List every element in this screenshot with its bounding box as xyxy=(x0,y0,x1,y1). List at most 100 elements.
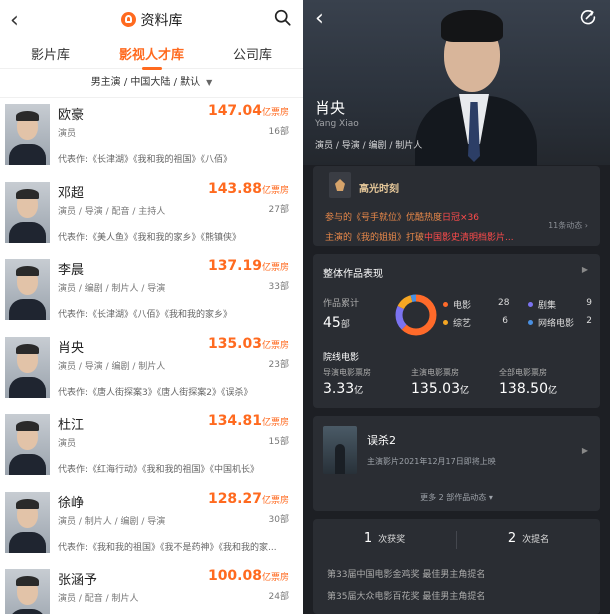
upcoming-film-card[interactable]: 误杀2 主演影片2021年12月17日即将上映 ▶ 更多 2 部作品动态 ▾ xyxy=(313,416,600,511)
talent-list-screen: ‹ 资料库 影片库 影视人才库 公司库 男主演 / 中国大陆 / 默认 ▼ 欧豪演… xyxy=(0,0,303,614)
talent-roles: 演员 xyxy=(58,439,77,449)
avatar xyxy=(5,181,50,243)
talent-detail-screen: ‹ 肖央 Yang Xiao 演员 / 导演 / 编剧 / 制片人 高光时刻 参… xyxy=(303,0,610,614)
talent-name: 欧豪 xyxy=(58,108,85,123)
film-title: 误杀2 xyxy=(367,434,396,447)
profile-english-name: Yang Xiao xyxy=(315,119,359,129)
talent-row[interactable]: 李晨演员 / 编剧 / 制片人 / 导演 137.19亿票房 33部代表作:《长津湖… xyxy=(0,255,303,333)
director-boxoffice-stat: 导演电影票房 3.33亿 xyxy=(323,368,371,397)
share-icon[interactable] xyxy=(580,9,596,25)
talent-row[interactable]: 肖央演员 / 导演 / 编剧 / 制片人 135.03亿票房 23部代表作:《唐人街… xyxy=(0,333,303,411)
legend-value: 6 xyxy=(502,316,508,326)
talent-row[interactable]: 徐峥演员 / 制片人 / 编剧 / 导演 128.27亿票房 30部代表作:《我和我… xyxy=(0,488,303,566)
avatar xyxy=(5,491,50,553)
box-office: 143.88亿票房 xyxy=(207,180,289,197)
talent-name: 邓超 xyxy=(58,185,85,201)
legend-item: 综艺 xyxy=(443,316,523,329)
legend-value: 9 xyxy=(586,298,592,308)
wins-count[interactable]: 1 次获奖 xyxy=(313,531,456,546)
award-item: 第33届中国电影金鸡奖 最佳男主角提名 xyxy=(327,570,486,580)
film-subtitle: 主演影片2021年12月17日即将上映 xyxy=(367,457,496,466)
profile-header: ‹ 肖央 Yang Xiao 演员 / 导演 / 编剧 / 制片人 xyxy=(303,0,610,176)
representative-works: 代表作:《红海行动》《我和我的祖国》《中国机长》 xyxy=(58,465,260,475)
representative-works: 代表作:《美人鱼》《我和我的家乡》《熊镇侠》 xyxy=(58,232,242,243)
filter-dropdown[interactable]: 男主演 / 中国大陆 / 默认 ▼ xyxy=(0,68,303,98)
box-office: 135.03亿票房 xyxy=(207,335,289,352)
nominations-count[interactable]: 2 次提名 xyxy=(457,531,600,546)
talent-name: 张涵予 xyxy=(58,573,98,588)
talent-name: 李晨 xyxy=(58,263,85,278)
talent-name: 肖央 xyxy=(58,340,85,356)
page-title: 资料库 xyxy=(0,10,303,30)
search-icon[interactable] xyxy=(274,9,291,26)
representative-works: 代表作:《长津湖》《八佰》《我和我的家乡》 xyxy=(58,310,233,320)
film-arrow-icon[interactable]: ▶ xyxy=(582,446,588,455)
overall-performance-card: 整体作品表现 ▶ 作品累计 45部 电影 28 剧集 9 综艺 6 网络电影 2 院线电影 导… xyxy=(313,254,600,408)
works-count: 33部 xyxy=(268,282,289,292)
highlight-title: 高光时刻 xyxy=(359,184,399,195)
works-count: 24部 xyxy=(268,592,289,602)
talent-roles: 演员 / 导演 / 编剧 / 制片人 xyxy=(58,361,166,372)
talent-name: 徐峥 xyxy=(58,495,85,511)
highlight-more-link[interactable]: 11条动态 › xyxy=(548,220,588,231)
talent-roles: 演员 xyxy=(58,129,77,139)
category-tabs: 影片库 影视人才库 公司库 xyxy=(0,40,303,70)
trophy-icon xyxy=(329,172,351,198)
legend-item: 网络电影 xyxy=(528,316,608,329)
awards-card[interactable]: 1 次获奖 2 次提名 第33届中国电影金鸡奖 最佳男主角提名 第35届大众电影百花… xyxy=(313,519,600,614)
theater-films-label: 院线电影 xyxy=(323,353,360,363)
page-title-text: 资料库 xyxy=(140,13,183,29)
works-count: 15部 xyxy=(268,437,289,447)
talent-row[interactable]: 杜江 演员 134.81亿票房 15部 代表作:《红海行动》《我和我的祖国》《中国机长》 xyxy=(0,410,303,488)
avatar xyxy=(5,569,50,614)
more-works-link[interactable]: 更多 2 部作品动态 ▾ xyxy=(313,492,600,503)
highlight-line-1: 参与的《号手就位》优酷热度日冠×36 xyxy=(325,213,480,223)
works-count: 23部 xyxy=(268,359,289,370)
avatar xyxy=(5,259,50,320)
legend-value: 28 xyxy=(498,298,510,308)
award-item: 第35届大众电影百花奖 最佳男主角提名 xyxy=(327,592,486,602)
overall-arrow-icon[interactable]: ▶ xyxy=(582,265,588,274)
talent-list: 欧豪 演员 147.04亿票房 16部 代表作:《长津湖》《我和我的祖国》《八佰》 邓超演… xyxy=(0,100,303,614)
talent-roles: 演员 / 制片人 / 编剧 / 导演 xyxy=(58,516,166,527)
highlight-card[interactable]: 高光时刻 参与的《号手就位》优酷热度日冠×36 主演的《我的姐姐》打破中国影史清… xyxy=(313,166,600,246)
highlight-line-2: 主演的《我的姐姐》打破中国影史清明档影片... xyxy=(325,233,514,243)
works-count: 30部 xyxy=(268,514,289,525)
talent-roles: 演员 / 编剧 / 制片人 / 导演 xyxy=(58,284,166,294)
avatar xyxy=(5,336,50,398)
film-poster xyxy=(323,426,357,474)
avatar xyxy=(5,104,50,165)
tab-talent-library[interactable]: 影视人才库 xyxy=(101,44,202,70)
talent-row[interactable]: 张涵予演员 / 配音 / 制片人 100.08亿票房 24部 xyxy=(0,565,303,614)
profile-roles: 演员 / 导演 / 编剧 / 制片人 xyxy=(315,141,423,151)
database-logo-icon xyxy=(120,12,136,27)
filter-text: 男主演 / 中国大陆 / 默认 xyxy=(90,77,201,88)
profile-name: 肖央 xyxy=(315,99,346,117)
box-office: 128.27亿票房 xyxy=(207,490,289,507)
representative-works: 代表作:《我和我的祖国》《我不是药神》《我和我的家... xyxy=(58,542,277,553)
cumulative-value: 45部 xyxy=(323,315,350,331)
box-office: 137.19亿票房 xyxy=(207,258,289,274)
tab-film-library[interactable]: 影片库 xyxy=(0,44,101,63)
overall-title: 整体作品表现 xyxy=(323,269,383,280)
legend-item: 电影 xyxy=(443,298,523,311)
caret-down-icon: ▼ xyxy=(206,78,213,87)
talent-roles: 演员 / 配音 / 制片人 xyxy=(58,594,139,604)
top-bar: ‹ 资料库 xyxy=(0,0,303,40)
box-office: 100.08亿票房 xyxy=(207,568,289,584)
legend-item: 剧集 xyxy=(528,298,608,311)
works-count: 16部 xyxy=(268,127,289,137)
box-office: 147.04亿票房 xyxy=(207,103,289,119)
profile-portrait xyxy=(415,6,538,176)
talent-row[interactable]: 欧豪演员 147.04亿票房 16部代表作:《长津湖》《我和我的祖国》《八佰》 xyxy=(0,100,303,178)
works-count: 27部 xyxy=(268,204,289,215)
talent-roles: 演员 / 导演 / 配音 / 主持人 xyxy=(58,206,166,217)
back-arrow-icon[interactable]: ‹ xyxy=(315,6,324,31)
works-donut-chart xyxy=(395,294,437,336)
talent-row[interactable]: 邓超演员 / 导演 / 配音 / 主持人 143.88亿票房 27部代表作:《美人鱼… xyxy=(0,178,303,256)
box-office: 134.81亿票房 xyxy=(207,413,289,429)
representative-works: 代表作:《唐人街探案3》《唐人街探案2》《误杀》 xyxy=(58,387,253,398)
cumulative-label: 作品累计 xyxy=(323,299,360,309)
tab-company-library[interactable]: 公司库 xyxy=(202,44,303,63)
representative-works: 代表作:《长津湖》《我和我的祖国》《八佰》 xyxy=(58,155,233,165)
